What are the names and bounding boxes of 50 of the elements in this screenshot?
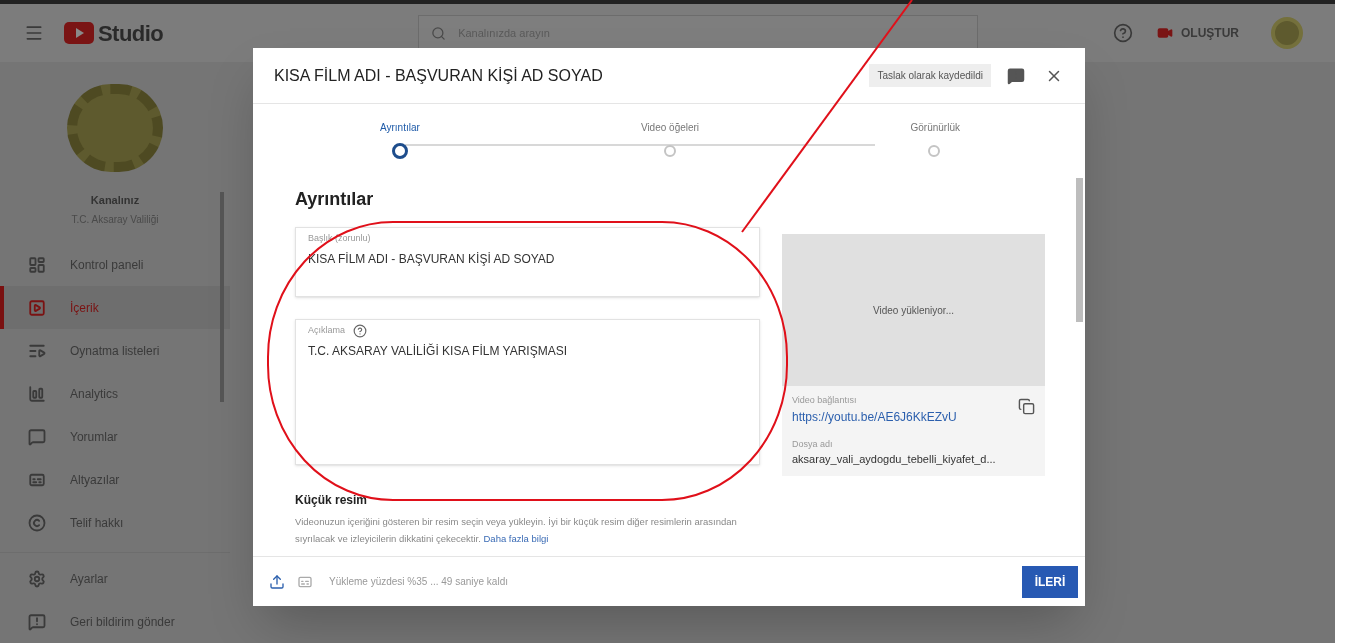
sidebar-item[interactable]: İçerik: [0, 286, 230, 329]
dialog-scrollbar[interactable]: [1076, 178, 1083, 322]
dialog-title: KISA FİLM ADI - BAŞVURAN KİŞİ AD SOYAD: [274, 65, 603, 86]
file-label: Dosya adı: [792, 437, 834, 451]
field-value: T.C. AKSARAY VALİLİĞİ KISA FİLM YARIŞMASI: [308, 342, 568, 360]
copyright-icon: [28, 513, 46, 532]
sidebar-item[interactable]: Ayarlar: [0, 557, 230, 600]
link-label: Video bağlantısı: [792, 394, 858, 407]
settings-icon: [28, 569, 46, 588]
save-status: Taslak olarak kaydedildi: [869, 64, 991, 87]
help-icon[interactable]: [353, 324, 367, 338]
channel-title: Kanalınız: [90, 192, 140, 208]
copy-icon[interactable]: [1018, 398, 1035, 415]
file-name: aksaray_vali_aydogdu_tebelli_kiyafet_d...: [792, 452, 997, 467]
brand-name: Studio: [98, 19, 164, 48]
video-icon: [28, 298, 46, 317]
logo-icon: [64, 22, 94, 44]
sidebar-item[interactable]: Kontrol paneli: [0, 243, 230, 286]
comment-icon: [28, 427, 46, 446]
field-label: Açıklama: [308, 324, 345, 338]
bar-chart-icon: [28, 384, 46, 403]
upload-status-text: Yükleme yüzdesi %35 ... 49 saniye kaldı: [329, 575, 508, 589]
field-label: Başlık (zorunlu): [308, 232, 372, 245]
thumbnail-description: Videonuzun içeriğini gösteren bir resim seçin veya yükleyin. İyi bir küçük resim diğer resimlerin arasından sıyrılacak ve izleyicilerin dikkatini çekecektir. Daha fazla bilgi: [295, 515, 738, 546]
next-button[interactable]: İLERİ: [1022, 565, 1078, 598]
learn-more-link[interactable]: Daha fazla bilgi: [483, 533, 549, 544]
sidebar-item[interactable]: Geri bildirim gönder: [0, 600, 230, 643]
sidebar-item[interactable]: Telif hakkı: [0, 501, 230, 544]
field-value: KISA FİLM ADI - BAŞVURAN KİŞİ AD SOYAD: [308, 250, 556, 268]
sidebar-item[interactable]: Yorumlar: [0, 415, 230, 458]
thumbnail-heading: Küçük resim: [295, 492, 369, 509]
step-tab[interactable]: Ayrıntılar: [380, 104, 574, 168]
upload-icon: [269, 573, 285, 590]
avatar[interactable]: [1271, 17, 1303, 49]
video-camera-icon: [1157, 25, 1173, 41]
title-field[interactable]: Başlık (zorunlu) KISA FİLM ADI - BAŞVURAN KİŞİ AD SOYAD: [295, 227, 760, 297]
sidebar-item[interactable]: Analytics: [0, 372, 230, 415]
section-heading: Ayrıntılar: [295, 188, 375, 211]
description-field[interactable]: Açıklama T.C. AKSARAY VALİLİĞİ KISA FİLM YARIŞMASI: [295, 319, 760, 465]
video-link[interactable]: https://youtu.be/AE6J6KkEZvU: [792, 407, 957, 426]
step-tab[interactable]: Video öğeleri: [573, 104, 767, 168]
step-tab[interactable]: Görünürlük: [766, 104, 960, 168]
search-icon: [431, 25, 447, 41]
dashboard-icon: [28, 255, 46, 274]
help-icon[interactable]: [1113, 23, 1133, 43]
sidebar-item[interactable]: Altyazılar: [0, 458, 230, 501]
menu-icon[interactable]: [24, 23, 44, 43]
video-preview: Video yükleniyor...: [782, 234, 1045, 386]
sidebar-item[interactable]: Oynatma listeleri: [0, 329, 230, 372]
create-button[interactable]: OLUŞTUR: [1157, 24, 1239, 42]
